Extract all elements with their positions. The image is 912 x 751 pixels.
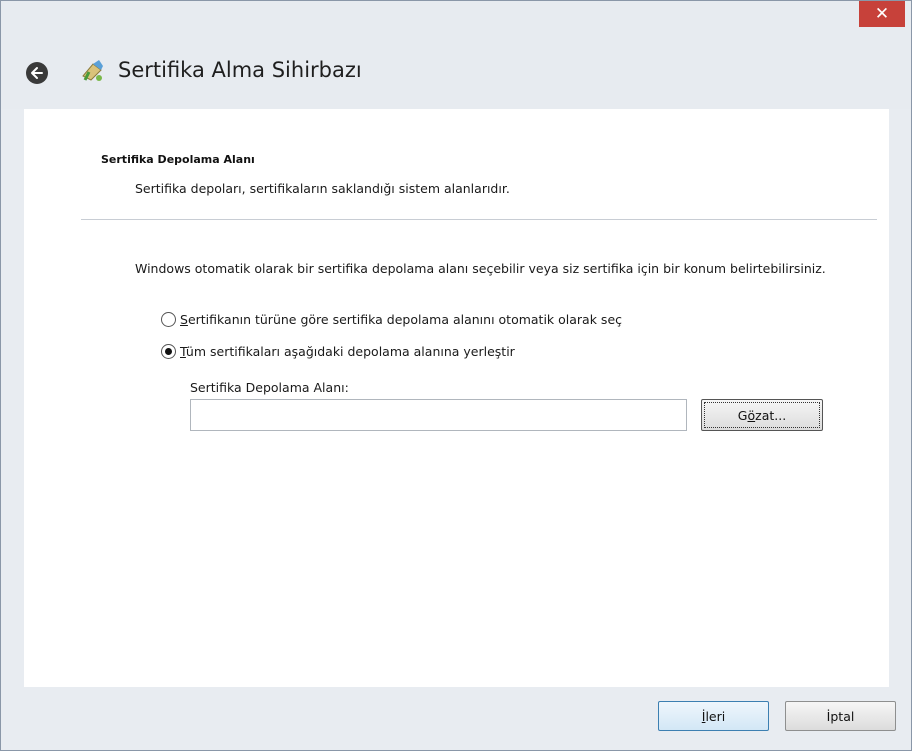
- section-description: Sertifika depoları, sertifikaların sakla…: [135, 181, 510, 196]
- option-manual-label: Tüm sertifikaları aşağıdaki depolama ala…: [180, 344, 515, 359]
- intro-text: Windows otomatik olarak bir sertifika de…: [135, 261, 826, 276]
- radio-manual[interactable]: [161, 344, 176, 359]
- section-title: Sertifika Depolama Alanı: [101, 153, 255, 166]
- browse-button[interactable]: Gö zat...: [701, 399, 823, 431]
- next-button-label: İleri: [701, 708, 726, 724]
- wizard-content: Sertifika Depolama Alanı Sertifika depol…: [24, 109, 889, 687]
- cancel-button-label: İptal: [826, 708, 855, 724]
- browse-button-label: Gö zat...: [704, 402, 820, 428]
- back-arrow-icon: [31, 67, 43, 79]
- store-input[interactable]: [190, 399, 687, 431]
- back-button[interactable]: [26, 62, 48, 84]
- store-field-label: Sertifika Depolama Alanı:: [190, 380, 349, 395]
- close-icon: ✕: [874, 4, 890, 24]
- option-automatic[interactable]: Sertifikanın türüne göre sertifika depol…: [161, 312, 622, 327]
- wizard-window: ✕ Sertifika Alma Sihirbazı Sertifika Dep…: [0, 0, 912, 751]
- next-button[interactable]: İleri: [658, 701, 769, 731]
- cancel-button[interactable]: İptal: [785, 701, 896, 731]
- radio-automatic[interactable]: [161, 312, 176, 327]
- option-manual[interactable]: Tüm sertifikaları aşağıdaki depolama ala…: [161, 344, 515, 359]
- option-automatic-label: Sertifikanın türüne göre sertifika depol…: [180, 312, 623, 327]
- close-button[interactable]: ✕: [859, 1, 905, 27]
- window-title: Sertifika Alma Sihirbazı: [118, 58, 362, 82]
- certificate-wizard-icon: [82, 60, 103, 81]
- divider: [81, 219, 877, 220]
- title-bar: ✕ Sertifika Alma Sihirbazı: [1, 1, 911, 109]
